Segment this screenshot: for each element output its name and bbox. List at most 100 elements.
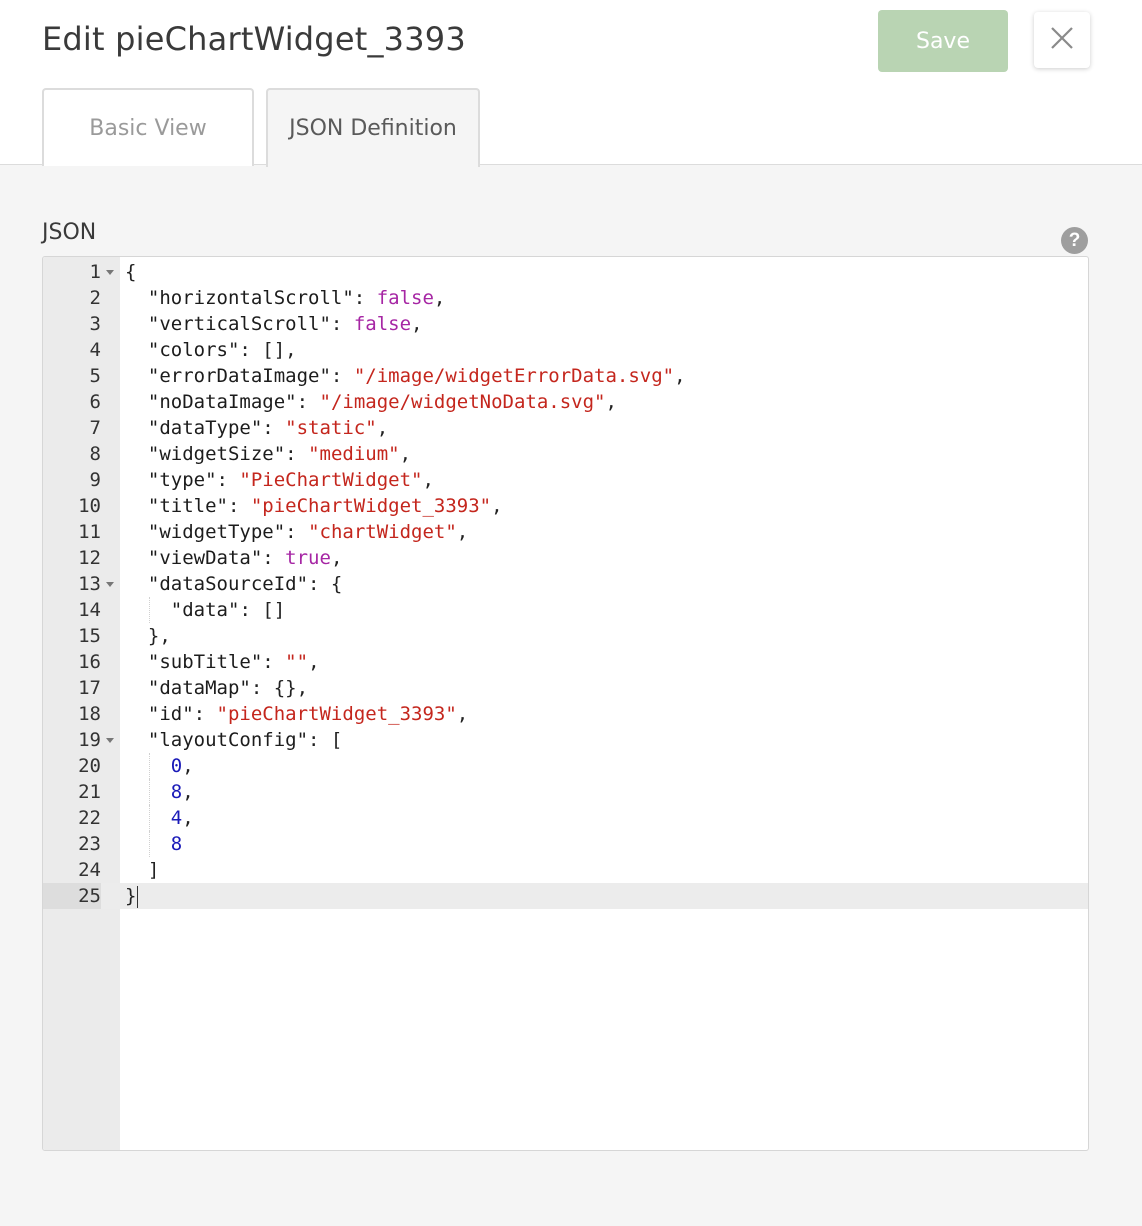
code-line[interactable]: 25} xyxy=(43,883,1088,909)
code-text: "type": "PieChartWidget", xyxy=(148,467,434,493)
json-string: "PieChartWidget" xyxy=(239,469,423,491)
json-string: "pieChartWidget_3393" xyxy=(250,495,492,517)
line-number: 19 xyxy=(78,729,101,751)
code-text: "verticalScroll": false, xyxy=(148,311,423,337)
code-line[interactable]: 14 "data": [] xyxy=(43,597,1088,623)
code-lines: 1{2 "horizontalScroll": false, 3 "verticalS… xyxy=(43,259,1088,909)
tab-json-definition[interactable]: JSON Definition xyxy=(266,88,480,167)
indent-guide xyxy=(148,753,150,779)
json-key: "id" xyxy=(147,703,194,725)
json-key: "dataType" xyxy=(147,417,263,439)
code-line[interactable]: 23 8 xyxy=(43,831,1088,857)
code-line[interactable]: 15}, xyxy=(43,623,1088,649)
json-key: "viewData" xyxy=(147,547,263,569)
json-punctuation: } xyxy=(125,885,137,907)
json-number: 8 xyxy=(170,833,183,855)
json-punctuation: , xyxy=(433,287,446,309)
code-text: "viewData": true, xyxy=(148,545,343,571)
close-icon xyxy=(1049,25,1075,55)
json-punctuation: : xyxy=(262,417,286,439)
fold-arrow-icon[interactable] xyxy=(106,582,114,587)
code-line[interactable]: 18 "id": "pieChartWidget_3393", xyxy=(43,701,1088,727)
code-line[interactable]: 9 "type": "PieChartWidget", xyxy=(43,467,1088,493)
code-text: "noDataImage": "/image/widgetNoData.svg"… xyxy=(148,389,617,415)
json-code-editor[interactable]: 1{2 "horizontalScroll": false, 3 "verticalS… xyxy=(42,256,1089,1151)
json-punctuation: : xyxy=(227,495,251,517)
json-punctuation: }, xyxy=(147,625,171,647)
code-line[interactable]: 11 "widgetType": "chartWidget", xyxy=(43,519,1088,545)
json-key: "noDataImage" xyxy=(147,391,297,413)
json-punctuation: : xyxy=(285,521,309,543)
line-number: 18 xyxy=(78,703,101,725)
code-text: "horizontalScroll": false, xyxy=(148,285,445,311)
code-line[interactable]: 10 "title": "pieChartWidget_3393", xyxy=(43,493,1088,519)
indent-guide xyxy=(148,597,150,623)
code-text: } xyxy=(125,883,139,909)
json-punctuation: , xyxy=(330,547,343,569)
code-line[interactable]: 8 "widgetSize": "medium", xyxy=(43,441,1088,467)
json-key: "widgetType" xyxy=(147,521,286,543)
code-line[interactable]: 20 0, xyxy=(43,753,1088,779)
line-number: 7 xyxy=(89,417,101,439)
json-punctuation: , xyxy=(182,781,194,803)
code-line[interactable]: 17 "dataMap": {}, xyxy=(43,675,1088,701)
question-mark-icon[interactable]: ? xyxy=(1061,227,1088,254)
json-key: "title" xyxy=(147,495,228,517)
code-line[interactable]: 16 "subTitle": "", xyxy=(43,649,1088,675)
line-number: 15 xyxy=(78,625,101,647)
line-number: 4 xyxy=(89,339,101,361)
code-line[interactable]: 7 "dataType": "static", xyxy=(43,415,1088,441)
json-number: 0 xyxy=(170,755,183,777)
code-line[interactable]: 6 "noDataImage": "/image/widgetNoData.svg… xyxy=(43,389,1088,415)
json-key: "widgetSize" xyxy=(147,443,286,465)
code-text: "dataMap": {}, xyxy=(148,675,308,701)
page-title: Edit pieChartWidget_3393 xyxy=(42,20,466,58)
line-number: 16 xyxy=(78,651,101,673)
json-punctuation: : xyxy=(330,313,354,335)
json-key: "layoutConfig" xyxy=(147,729,309,751)
tab-label: JSON Definition xyxy=(289,116,457,141)
code-text: "title": "pieChartWidget_3393", xyxy=(148,493,503,519)
code-line[interactable]: 3 "verticalScroll": false, xyxy=(43,311,1088,337)
line-number: 22 xyxy=(78,807,101,829)
json-punctuation: , xyxy=(182,755,194,777)
line-number: 10 xyxy=(78,495,101,517)
code-line[interactable]: 13 "dataSourceId": { xyxy=(43,571,1088,597)
line-number: 13 xyxy=(78,573,101,595)
code-text: "widgetSize": "medium", xyxy=(148,441,411,467)
json-punctuation: , xyxy=(411,313,423,335)
close-button[interactable] xyxy=(1034,12,1090,68)
indent-guide xyxy=(148,805,150,831)
code-line[interactable]: 24] xyxy=(43,857,1088,883)
json-punctuation: { xyxy=(125,261,137,283)
code-line[interactable]: 19 "layoutConfig": [ xyxy=(43,727,1088,753)
fold-arrow-icon[interactable] xyxy=(106,270,114,275)
json-punctuation: : [] xyxy=(239,599,286,621)
save-button[interactable]: Save xyxy=(878,10,1008,72)
json-punctuation: , xyxy=(456,521,469,543)
json-punctuation: : { xyxy=(308,573,343,595)
json-punctuation: , xyxy=(456,703,469,725)
code-text: { xyxy=(125,259,136,285)
code-line[interactable]: 22 4, xyxy=(43,805,1088,831)
code-line[interactable]: 12 "viewData": true, xyxy=(43,545,1088,571)
json-string: "" xyxy=(285,651,309,673)
indent-guide xyxy=(148,779,150,805)
code-line[interactable]: 5 "errorDataImage": "/image/widgetErrorDa… xyxy=(43,363,1088,389)
code-line[interactable]: 2 "horizontalScroll": false, xyxy=(43,285,1088,311)
json-key: "dataMap" xyxy=(147,677,251,699)
code-line[interactable]: 4 "colors": [], xyxy=(43,337,1088,363)
json-punctuation: , xyxy=(674,365,686,387)
code-line[interactable]: 21 8, xyxy=(43,779,1088,805)
json-number: 8 xyxy=(170,781,183,803)
fold-arrow-icon[interactable] xyxy=(106,738,114,743)
tab-basic-view[interactable]: Basic View xyxy=(42,88,254,166)
code-line[interactable]: 1{ xyxy=(43,259,1088,285)
line-number: 14 xyxy=(78,599,101,621)
json-key: "horizontalScroll" xyxy=(147,287,354,309)
edit-widget-dialog: Edit pieChartWidget_3393 Save Basic View… xyxy=(0,0,1142,1226)
line-number: 12 xyxy=(78,547,101,569)
line-number: 24 xyxy=(78,859,101,881)
line-number: 6 xyxy=(89,391,101,413)
json-key: "data" xyxy=(170,599,240,621)
